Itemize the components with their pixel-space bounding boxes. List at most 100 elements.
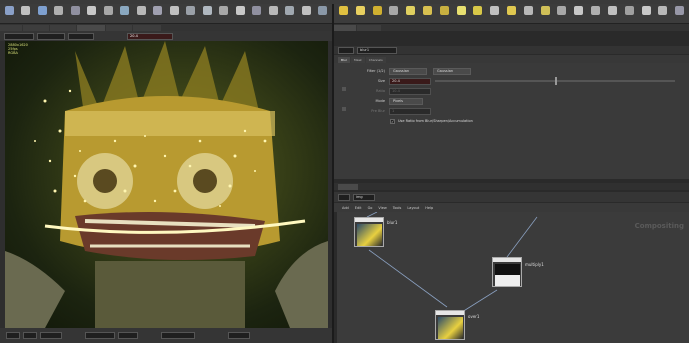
menu-layout[interactable]: Layout — [407, 206, 419, 210]
size-field[interactable]: 20.4 — [389, 77, 431, 85]
bottom-field[interactable] — [6, 332, 20, 339]
display-dropdown[interactable] — [37, 32, 65, 40]
shelf-tool[interactable] — [250, 5, 265, 23]
bottom-field[interactable] — [161, 332, 195, 339]
node-flags[interactable] — [493, 258, 521, 262]
shelf-tool[interactable] — [403, 5, 418, 23]
tool-icon — [21, 6, 31, 15]
shelf-tool[interactable] — [655, 5, 670, 23]
shelf-tool[interactable] — [151, 5, 166, 23]
shelf-tool[interactable] — [316, 5, 331, 23]
bottom-field[interactable] — [118, 332, 138, 339]
tab-network[interactable] — [338, 184, 358, 190]
tab[interactable] — [357, 25, 381, 31]
shelf-tool[interactable] — [605, 5, 620, 23]
bottom-field[interactable] — [85, 332, 115, 339]
shelf-tool[interactable] — [672, 5, 687, 23]
preblur-field[interactable]: 1 — [389, 107, 431, 115]
shelf-tool[interactable] — [19, 5, 34, 23]
menu-edit[interactable]: Edit — [355, 206, 362, 210]
param-tabbar — [334, 24, 689, 31]
shelf-tool[interactable] — [266, 5, 281, 23]
ratio-field[interactable]: 10.4 — [389, 87, 431, 95]
shelf-tool[interactable] — [200, 5, 215, 23]
shelf-tool[interactable] — [167, 5, 182, 23]
shelf-tool[interactable] — [101, 5, 116, 23]
viewport-value-field[interactable]: 20.4 — [127, 32, 173, 40]
channel-dropdown[interactable] — [68, 32, 94, 40]
shelf-tool[interactable] — [639, 5, 654, 23]
tool-icon — [37, 6, 47, 15]
shelf-tool[interactable] — [217, 5, 232, 23]
param-node-path[interactable]: blur1 — [357, 46, 397, 54]
shelf-tool[interactable] — [471, 5, 486, 23]
shelf-tool[interactable] — [233, 5, 248, 23]
node-blur1[interactable] — [354, 217, 384, 247]
composite-viewport[interactable]: 2880x1620 25fps RGBA — [5, 41, 328, 328]
shelf-tool[interactable] — [118, 5, 133, 23]
node-multiply1[interactable] — [492, 257, 522, 287]
menu-help[interactable]: Help — [425, 206, 433, 210]
node-label: multiply1 — [525, 262, 544, 267]
network-editor[interactable]: Compositing blur1 multiply1 over1 — [337, 212, 689, 343]
param-type-dropdown[interactable] — [338, 46, 354, 54]
shelf-tool[interactable] — [336, 5, 351, 23]
viewport-header: 20.4 — [0, 31, 332, 41]
node-over1[interactable] — [435, 310, 465, 340]
menu-tools[interactable]: Tools — [393, 206, 402, 210]
bottom-field[interactable] — [40, 332, 62, 339]
shelf-tool[interactable] — [555, 5, 570, 23]
shelf-tool[interactable] — [299, 5, 314, 23]
node-flags[interactable] — [355, 218, 383, 222]
view-dropdown[interactable] — [4, 32, 34, 40]
network-menubar: Add Edit Go View Tools Layout Help — [334, 203, 689, 212]
network-type-dropdown[interactable] — [338, 193, 350, 201]
use-ratio-checkbox[interactable]: ✓ — [390, 118, 395, 124]
shelf-tool[interactable] — [420, 5, 435, 23]
shelf-tool[interactable] — [2, 5, 17, 23]
shelf-tool[interactable] — [353, 5, 368, 23]
node-thumbnail — [357, 224, 382, 246]
node-flags[interactable] — [436, 311, 464, 315]
shelf-tool[interactable] — [538, 5, 553, 23]
param-row-checkbox: ✓ Use Ratio from Blur/Sharpen/Accumulati… — [390, 117, 473, 125]
slider-knob[interactable] — [555, 77, 557, 85]
shelf-tool[interactable] — [68, 5, 83, 23]
param-toggle[interactable] — [342, 107, 346, 111]
shelf-tool[interactable] — [386, 5, 401, 23]
filter-dropdown[interactable]: Gaussian — [389, 67, 427, 75]
tab-parameters[interactable] — [334, 25, 356, 31]
light-icon — [574, 6, 584, 15]
menu-add[interactable]: Add — [342, 206, 349, 210]
node-thumbnail — [438, 317, 463, 339]
shelf-tool[interactable] — [454, 5, 469, 23]
bottom-field[interactable] — [23, 332, 37, 339]
param-label: Filter (1/2) — [366, 69, 385, 73]
menu-go[interactable]: Go — [368, 206, 373, 210]
shelf-tool[interactable] — [35, 5, 50, 23]
bottom-field[interactable] — [228, 332, 250, 339]
shelf-tool[interactable] — [184, 5, 199, 23]
shelf-tool[interactable] — [504, 5, 519, 23]
size-slider[interactable] — [435, 77, 675, 85]
tool-icon — [219, 6, 229, 15]
param-label: Size — [377, 79, 385, 83]
shelf-tool[interactable] — [52, 5, 67, 23]
mode-dropdown[interactable]: Pixels — [389, 97, 423, 105]
param-toggle[interactable] — [342, 87, 346, 91]
filter-dropdown-2[interactable]: Gaussian — [433, 67, 471, 75]
shelf-tool[interactable] — [370, 5, 385, 23]
shelf-tool[interactable] — [487, 5, 502, 23]
shelf-tool[interactable] — [85, 5, 100, 23]
shelf-tool[interactable] — [622, 5, 637, 23]
shelf-tool[interactable] — [588, 5, 603, 23]
shelf-tool[interactable] — [571, 5, 586, 23]
shelf-tool[interactable] — [283, 5, 298, 23]
shelf-tool[interactable] — [521, 5, 536, 23]
light-icon — [507, 6, 517, 15]
shelf-tool[interactable] — [437, 5, 452, 23]
shelf-tool[interactable] — [134, 5, 149, 23]
tool-icon — [120, 6, 130, 15]
network-path[interactable]: img — [353, 193, 375, 201]
menu-view[interactable]: View — [378, 206, 386, 210]
